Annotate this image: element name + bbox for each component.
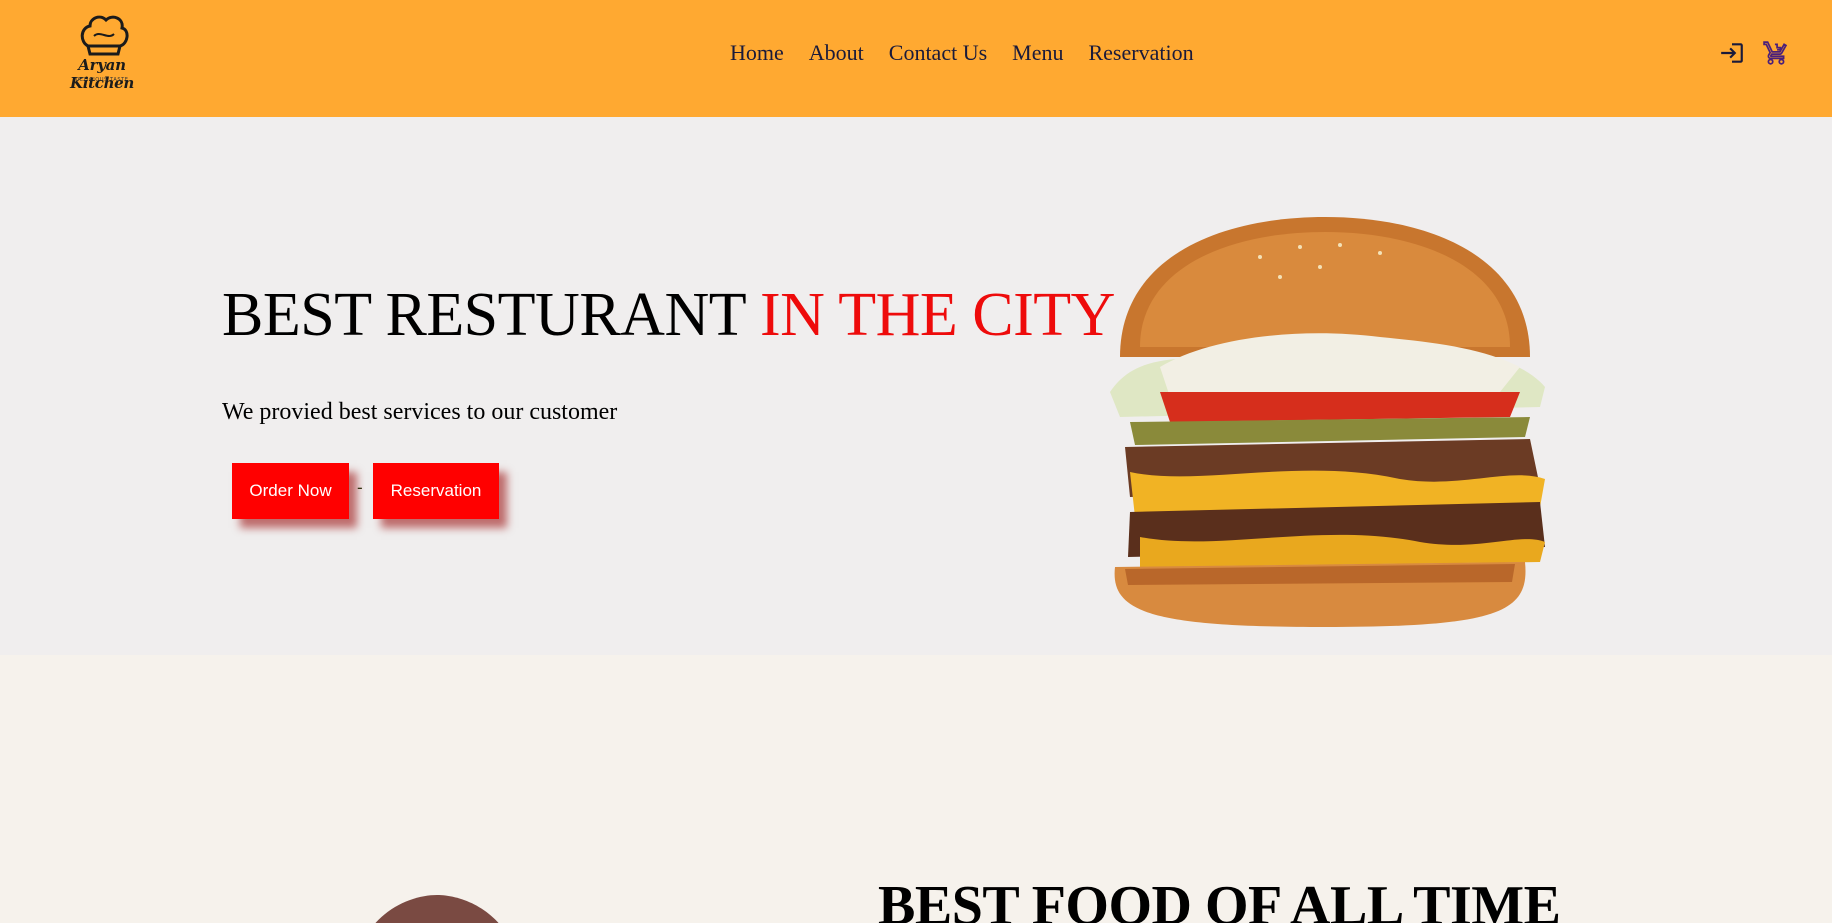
header-actions — [1719, 40, 1789, 66]
button-separator: - — [357, 478, 363, 497]
hero-title-highlight: IN THE CITY — [759, 281, 1115, 349]
nav-home[interactable]: Home — [730, 40, 784, 66]
nav-about[interactable]: About — [809, 40, 864, 66]
order-now-button[interactable]: Order Now — [232, 463, 349, 519]
brand-logo[interactable]: Aryan Kitchen DELICIOUS TASTE — [48, 14, 156, 92]
login-icon[interactable] — [1719, 40, 1745, 66]
nav-menu[interactable]: Menu — [1012, 40, 1063, 66]
burger-image — [1110, 217, 1545, 627]
main-nav: Home About Contact Us Menu Reservation — [730, 40, 1194, 66]
reservation-button[interactable]: Reservation — [373, 463, 499, 519]
cart-icon[interactable] — [1763, 40, 1789, 66]
site-header: Aryan Kitchen DELICIOUS TASTE Home About… — [0, 0, 1832, 117]
hero-section: BEST RESTURANT IN THE CITY We provied be… — [0, 117, 1832, 655]
hero-title-main: BEST RESTURANT — [222, 281, 760, 349]
brand-name: Aryan Kitchen — [69, 56, 135, 92]
nav-reservation[interactable]: Reservation — [1088, 40, 1193, 66]
brand-tagline: DELICIOUS TASTE — [75, 77, 129, 83]
nav-contact-us[interactable]: Contact Us — [889, 40, 987, 66]
chef-hat-icon — [80, 15, 129, 56]
best-food-section: BEST FOOD OF ALL TIME — [0, 655, 1832, 923]
food-image — [375, 895, 499, 923]
hero-title: BEST RESTURANT IN THE CITY — [222, 284, 1115, 346]
section-title: BEST FOOD OF ALL TIME — [878, 875, 1561, 923]
hero-subtitle: We provied best services to our customer — [222, 399, 618, 425]
